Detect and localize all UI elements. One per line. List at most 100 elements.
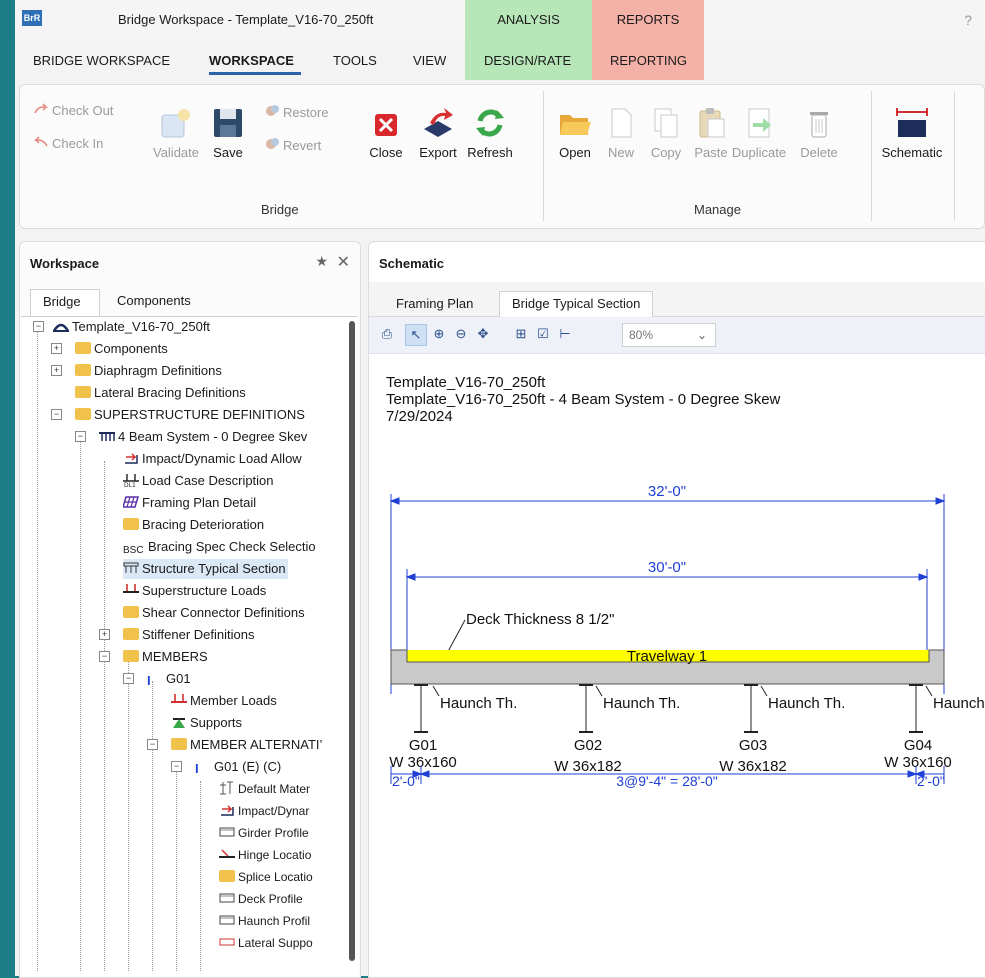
tab-view[interactable]: VIEW <box>413 53 446 68</box>
tree-node-member-loads[interactable]: Member Loads <box>171 691 277 711</box>
schematic-button[interactable]: Schematic <box>874 105 950 160</box>
check-in-icon <box>33 136 52 151</box>
delete-button[interactable]: Delete <box>791 105 847 160</box>
collapse-toggle[interactable]: − <box>99 651 110 662</box>
girder-g03 <box>744 684 758 733</box>
group-label-bridge: Bridge <box>261 202 299 217</box>
collapse-toggle[interactable]: − <box>123 673 134 684</box>
select-pointer-icon[interactable]: ↖ <box>405 324 427 346</box>
haunch-leader <box>925 685 933 697</box>
tree-node-g01-e-c[interactable]: I G01 (E) (C) <box>195 757 281 777</box>
app-logo-icon: BrR <box>22 10 42 26</box>
girder-spacing-label: 3@9'-4" = 28'-0" <box>616 773 718 789</box>
tab-design-rate[interactable]: DESIGN/RATE <box>484 53 571 68</box>
tree-node-superstructure-definitions[interactable]: SUPERSTRUCTURE DEFINITIONS <box>75 405 305 425</box>
tree-node-impact-dynamic[interactable]: Impact/Dynar <box>219 801 309 821</box>
framing-plan-icon <box>121 495 140 509</box>
tree-scrollbar[interactable] <box>349 321 355 961</box>
trash-icon <box>801 105 837 141</box>
expand-toggle[interactable]: + <box>51 343 62 354</box>
tree-node-deck-profile[interactable]: Deck Profile <box>219 889 303 909</box>
close-panel-icon[interactable]: ✕ <box>337 252 350 272</box>
context-label-analysis: ANALYSIS <box>497 12 560 27</box>
validate-icon <box>158 105 194 141</box>
tree-node-superstructure-loads[interactable]: Superstructure Loads <box>123 581 266 601</box>
tree-node-girder-profile[interactable]: Girder Profile <box>219 823 309 843</box>
chevron-down-icon: ⌄ <box>696 328 707 342</box>
bridge-icon <box>52 319 70 333</box>
collapse-toggle[interactable]: − <box>75 431 86 442</box>
check-out-button[interactable]: Check Out <box>34 103 113 118</box>
collapse-toggle[interactable]: − <box>51 409 62 420</box>
tree-node-members[interactable]: MEMBERS <box>123 647 208 667</box>
tree-node-member-alternatives[interactable]: MEMBER ALTERNATI’ <box>171 735 322 755</box>
tree-node-bracing-deterioration[interactable]: Bracing Deterioration <box>123 515 264 535</box>
folder-icon <box>75 342 91 354</box>
collapse-toggle[interactable]: − <box>171 761 182 772</box>
pin-icon[interactable]: ★ <box>315 253 328 270</box>
tab-components[interactable]: Components <box>105 289 203 315</box>
save-button[interactable]: Save <box>200 105 256 160</box>
zoom-out-icon[interactable]: ⊖ <box>451 324 471 344</box>
typical-section-icon <box>123 561 139 575</box>
tree-node-bridge[interactable]: Template_V16-70_250ft <box>52 317 210 337</box>
tree-node-default-material[interactable]: Default Mater <box>219 779 310 799</box>
tree-node-load-case-description[interactable]: DL1 Load Case Description <box>123 471 274 491</box>
haunch-label-g03: Haunch Th. <box>768 695 845 712</box>
tree-node-4-beam-system[interactable]: 4 Beam System - 0 Degree Skev <box>99 427 307 447</box>
tree-node-label: MEMBER ALTERNATI’ <box>190 737 323 752</box>
tab-tools[interactable]: TOOLS <box>333 53 377 68</box>
dimension-icon[interactable]: ⊢ <box>555 324 575 344</box>
expand-toggle[interactable]: + <box>51 365 62 376</box>
refresh-button[interactable]: Refresh <box>462 105 518 160</box>
folder-icon <box>123 650 139 662</box>
tree-node-shear-connector-definitions[interactable]: Shear Connector Definitions <box>123 603 305 623</box>
zoom-select[interactable]: 80% ⌄ <box>622 323 716 347</box>
tree-node-bracing-spec-check[interactable]: BSC Bracing Spec Check Selectio <box>123 537 316 557</box>
tree-node-stiffener-definitions[interactable]: Stiffener Definitions <box>123 625 255 645</box>
check-in-button[interactable]: Check In <box>33 136 103 151</box>
export-button[interactable]: Export <box>410 105 466 160</box>
haunch-profile-icon <box>219 913 235 927</box>
pan-icon[interactable]: ✥ <box>473 324 493 344</box>
tree-connector <box>80 441 81 971</box>
i-beam-icon: I <box>195 761 199 776</box>
tree-node-supports[interactable]: Supports <box>171 713 242 733</box>
settings-check-icon[interactable]: ☑ <box>533 324 553 344</box>
tree-node-lateral-support[interactable]: Lateral Suppo <box>219 933 313 953</box>
schematic-panel: Schematic Framing Plan Bridge Typical Se… <box>368 241 985 978</box>
tab-bridge-workspace[interactable]: BRIDGE WORKSPACE <box>33 53 170 68</box>
tab-bridge[interactable]: Bridge <box>30 289 100 316</box>
duplicate-button[interactable]: Duplicate <box>728 105 790 160</box>
zoom-in-icon[interactable]: ⊕ <box>429 324 449 344</box>
tab-reporting[interactable]: REPORTING <box>610 53 687 68</box>
girder-g02 <box>579 684 593 733</box>
tree-node-diaphragm-definitions[interactable]: Diaphragm Definitions <box>75 361 222 381</box>
overall-width-label: 32'-0" <box>648 483 686 500</box>
tree-node-framing-plan-detail[interactable]: Framing Plan Detail <box>121 493 256 513</box>
tree-node-lateral-bracing-definitions[interactable]: Lateral Bracing Definitions <box>75 383 246 403</box>
revert-button[interactable]: Revert <box>265 136 321 153</box>
restore-button[interactable]: Restore <box>265 103 329 120</box>
tree-node-structure-typical-section[interactable]: Structure Typical Section <box>123 559 288 579</box>
tab-framing-plan[interactable]: Framing Plan <box>384 294 485 316</box>
tree-node-hinge-location[interactable]: Hinge Locatio <box>219 845 311 865</box>
fit-to-window-icon[interactable]: ⊞ <box>511 324 531 344</box>
collapse-toggle[interactable]: − <box>147 739 158 750</box>
validate-button[interactable]: Validate <box>148 105 204 160</box>
tree-node-splice-location[interactable]: Splice Locatio <box>219 867 313 887</box>
tree-node-label: Haunch Profil <box>238 914 311 928</box>
help-icon[interactable]: ? <box>964 12 972 28</box>
tab-bridge-typical-section[interactable]: Bridge Typical Section <box>499 291 654 317</box>
tab-workspace[interactable]: WORKSPACE <box>209 53 294 68</box>
supports-icon <box>171 715 187 729</box>
tree-node-haunch-profile[interactable]: Haunch Profil <box>219 911 310 931</box>
collapse-toggle[interactable]: − <box>33 321 44 332</box>
tree-node-impact-dynamic-load[interactable]: Impact/Dynamic Load Allow <box>123 449 302 469</box>
copy-image-icon[interactable]: ⎙ <box>377 324 397 344</box>
tree-node-label: 4 Beam System - 0 Degree Skev <box>118 429 308 444</box>
expand-toggle[interactable]: + <box>99 629 110 640</box>
tree-node-components[interactable]: Components <box>75 339 168 359</box>
tree-node-g01[interactable]: I G01 <box>147 669 191 689</box>
close-button[interactable]: Close <box>358 105 414 160</box>
